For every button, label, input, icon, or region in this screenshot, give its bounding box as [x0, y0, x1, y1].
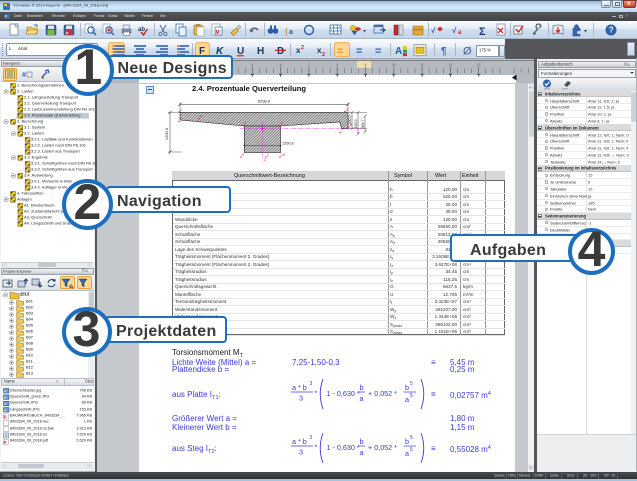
svg-text:√: √: [452, 26, 457, 35]
svg-text:D: D: [277, 46, 284, 57]
svg-text:Σ: Σ: [479, 26, 486, 38]
svg-text:b: b: [360, 383, 364, 392]
svg-text:1: 1: [267, 153, 269, 157]
svg-text:2: 2: [322, 52, 325, 58]
svg-text:Y: Y: [357, 131, 360, 136]
svg-text:{: {: [285, 27, 288, 36]
svg-text:3: 3: [310, 381, 313, 387]
svg-text:√: √: [431, 26, 436, 35]
svg-text:1200.8: 1200.8: [282, 142, 294, 146]
svg-text:Z: Z: [264, 157, 267, 162]
svg-text:2: 2: [346, 108, 348, 112]
svg-text:364.7: 364.7: [361, 120, 365, 129]
svg-text:6290.0: 6290.0: [258, 99, 271, 104]
svg-text:a: a: [405, 449, 409, 458]
svg-text:a: a: [360, 394, 364, 403]
svg-text:3: 3: [180, 118, 182, 122]
svg-text:M: M: [216, 30, 220, 36]
svg-text:*: *: [315, 388, 318, 397]
svg-text:=: =: [337, 46, 343, 58]
svg-text:5: 5: [410, 393, 413, 399]
svg-text:13: 13: [476, 63, 480, 67]
svg-text:10: 10: [392, 63, 396, 67]
svg-text:5: 5: [410, 381, 413, 387]
svg-text:b: b: [360, 437, 364, 446]
svg-text:3: 3: [299, 393, 303, 402]
svg-text:¶: ¶: [441, 46, 447, 57]
svg-text:1: 1: [180, 108, 182, 112]
svg-text:1200.0: 1200.0: [164, 127, 169, 140]
svg-text:9: 9: [364, 63, 366, 67]
svg-text:11: 11: [420, 63, 424, 67]
svg-text:5: 5: [251, 63, 253, 67]
svg-text:=: =: [375, 46, 381, 58]
svg-text:a: a: [289, 29, 293, 36]
svg-text:10: 10: [281, 153, 285, 157]
svg-text:1 - 0,630 *: 1 - 0,630 *: [327, 389, 360, 398]
svg-text:6: 6: [281, 122, 283, 126]
svg-text:7: 7: [308, 63, 310, 67]
svg-text:#: #: [22, 72, 26, 79]
svg-text:4: 4: [200, 115, 202, 119]
svg-text:H: H: [257, 46, 264, 57]
svg-text:9: 9: [242, 153, 244, 157]
svg-text:12: 12: [448, 63, 452, 67]
svg-text:8: 8: [336, 63, 338, 67]
svg-text:3: 3: [310, 435, 313, 441]
svg-text:a: a: [405, 395, 409, 404]
svg-text:a: a: [360, 448, 364, 457]
svg-text:5: 5: [410, 447, 413, 453]
svg-text:1 - 0,630 *: 1 - 0,630 *: [327, 443, 360, 452]
svg-text:Ø: Ø: [463, 46, 472, 58]
svg-text:5: 5: [410, 435, 413, 441]
svg-text:a * b: a * b: [292, 383, 307, 392]
svg-text:b: b: [405, 383, 409, 392]
svg-text:5: 5: [244, 122, 246, 126]
svg-text:7: 7: [341, 129, 343, 133]
svg-text:3: 3: [299, 447, 303, 456]
svg-text:6: 6: [279, 63, 281, 67]
svg-text:a: a: [458, 30, 462, 36]
svg-text:150.0: 150.0: [354, 120, 358, 129]
svg-text:+ 0,052 *: + 0,052 *: [368, 389, 397, 398]
svg-text:8: 8: [350, 123, 352, 127]
svg-text:b: b: [405, 437, 409, 446]
svg-text:2: 2: [301, 45, 304, 51]
svg-text:a * b: a * b: [292, 437, 307, 446]
svg-text:*: *: [315, 442, 318, 451]
svg-text:A: A: [395, 46, 402, 57]
svg-text:?: ?: [609, 26, 614, 35]
svg-text:+ 0,052 *: + 0,052 *: [368, 443, 397, 452]
svg-text:=: =: [356, 46, 362, 58]
